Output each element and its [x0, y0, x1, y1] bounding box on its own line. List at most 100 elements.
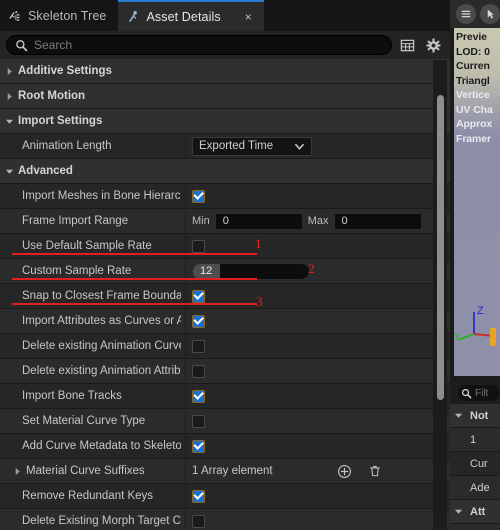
checkbox[interactable] [192, 289, 205, 303]
property-name-cell: Set Material Curve Type [0, 415, 185, 427]
checkbox[interactable] [192, 239, 205, 253]
scrollbar-thumb[interactable] [437, 95, 444, 400]
property-row[interactable]: Frame Import Range Min 0 Max 0 [0, 208, 450, 234]
property-name-cell: Custom Sample Rate [0, 265, 185, 277]
search-input[interactable]: Search [6, 35, 392, 55]
tab-asset-details[interactable]: Asset Details × [118, 0, 264, 31]
property-label: Frame Import Range [22, 215, 129, 227]
dropdown-value: Exported Time [199, 140, 274, 152]
viewport-property-label: Cur [470, 457, 488, 470]
property-row[interactable]: Use Default Sample Rate [0, 233, 450, 259]
asset-details-icon [129, 10, 138, 22]
category-twisty[interactable] [0, 109, 18, 134]
property-rows: Additive Settings Root Motion Import Setti… [0, 59, 450, 530]
category-row[interactable]: Import Settings [0, 109, 450, 134]
checkbox[interactable] [192, 439, 205, 453]
property-row[interactable]: Import Attributes as Curves or Ani... [0, 308, 450, 334]
close-icon[interactable]: × [245, 11, 252, 23]
tab-skeleton-tree[interactable]: Skeleton Tree [0, 0, 119, 31]
svg-text:Z: Z [477, 305, 484, 317]
checkbox[interactable] [192, 389, 205, 403]
viewport-stat-line: Triangl [456, 74, 490, 87]
viewport-second-button[interactable] [480, 4, 500, 24]
property-row[interactable]: Animation Length Exported Time [0, 133, 450, 159]
asset-details-window: Skeleton Tree Asset Details × Search Add… [0, 0, 500, 530]
trash-icon [369, 466, 380, 477]
property-row[interactable]: Delete Existing Morph Target Curv... [0, 508, 450, 530]
viewport-property-row[interactable]: Re [450, 524, 500, 530]
gear-icon [426, 38, 440, 52]
property-row[interactable]: Remove Redundant Keys [0, 483, 450, 509]
add-element-button[interactable] [337, 463, 353, 479]
category-row[interactable]: Additive Settings [0, 59, 450, 84]
property-label: Import Meshes in Bone Hierarchy [22, 190, 181, 202]
viewport-toolbar [450, 0, 500, 28]
filter-input[interactable]: Filt [458, 385, 500, 401]
property-row[interactable]: Delete existing Animation Curves [0, 333, 450, 359]
property-row[interactable]: Import Bone Tracks [0, 383, 450, 409]
property-label: Import Bone Tracks [22, 390, 122, 402]
viewport-property-label: 1 [470, 433, 477, 446]
property-name-cell: Snap to Closest Frame Boundary [0, 290, 185, 302]
category-twisty[interactable] [0, 59, 18, 84]
checkbox[interactable] [192, 414, 205, 428]
property-label: Delete existing Animation Attributes [22, 365, 181, 377]
category-twisty[interactable] [0, 159, 18, 184]
checkbox[interactable] [192, 339, 205, 353]
viewport-property-row[interactable]: Att [450, 500, 500, 524]
property-name-cell: Import Meshes in Bone Hierarchy [0, 190, 185, 202]
viewport-property-row[interactable]: Cur [450, 452, 500, 476]
search-placeholder: Search [34, 38, 73, 52]
property-row[interactable]: Material Curve Suffixes 1 Array element [0, 458, 450, 484]
range-fields: Min 0 Max 0 [192, 212, 422, 230]
chevron-down-icon [5, 119, 13, 124]
property-label: Delete existing Animation Curves [22, 340, 181, 352]
property-row[interactable]: Add Curve Metadata to Skeleton [0, 433, 450, 459]
property-label: Import Attributes as Curves or Ani... [22, 315, 181, 327]
checkbox[interactable] [192, 314, 205, 328]
chevron-down-icon [454, 509, 462, 514]
property-name-cell: Material Curve Suffixes [0, 459, 185, 484]
dropdown[interactable]: Exported Time [192, 136, 312, 156]
checkbox[interactable] [192, 489, 205, 503]
checkbox[interactable] [192, 364, 205, 378]
chevron-right-icon [15, 467, 20, 475]
checkbox[interactable] [192, 514, 205, 528]
category-label: Root Motion [18, 90, 86, 102]
row-twisty[interactable] [450, 507, 466, 516]
checkbox[interactable] [192, 189, 205, 203]
chevron-right-icon [7, 92, 12, 100]
category-twisty[interactable] [0, 84, 18, 109]
tab-bar: Skeleton Tree Asset Details × [0, 0, 450, 31]
viewport-property-label: Ade [470, 481, 490, 494]
property-label: Delete Existing Morph Target Curv... [22, 515, 181, 527]
annotation-number-2: 2 [308, 261, 315, 276]
settings-button[interactable] [422, 34, 444, 56]
property-label: Custom Sample Rate [22, 265, 132, 277]
property-row[interactable]: Import Meshes in Bone Hierarchy [0, 183, 450, 209]
max-input[interactable]: 0 [333, 212, 422, 230]
viewport-stat-line: LOD: 0 [456, 45, 490, 58]
viewport-menu-button[interactable] [456, 4, 476, 24]
property-label: Snap to Closest Frame Boundary [22, 290, 181, 302]
property-name-cell: Add Curve Metadata to Skeleton [0, 440, 185, 452]
numeric-input[interactable]: 12 [192, 262, 310, 280]
category-row[interactable]: Advanced [0, 159, 450, 184]
delete-array-button[interactable] [367, 463, 383, 479]
property-row[interactable]: Snap to Closest Frame Boundary [0, 283, 450, 309]
property-row[interactable]: Set Material Curve Type [0, 408, 450, 434]
property-row[interactable]: Custom Sample Rate 12 [0, 258, 450, 284]
category-row[interactable]: Root Motion [0, 84, 450, 109]
array-twisty[interactable] [8, 459, 26, 484]
table-view-button[interactable] [396, 34, 418, 56]
viewport-property-row[interactable]: Not [450, 404, 500, 428]
table-icon [400, 39, 414, 51]
property-row[interactable]: Delete existing Animation Attributes [0, 358, 450, 384]
property-label: Use Default Sample Rate [22, 240, 152, 252]
min-input[interactable]: 0 [214, 212, 303, 230]
property-name-cell: Delete existing Animation Curves [0, 340, 185, 352]
row-twisty[interactable] [450, 411, 466, 420]
viewport-property-row[interactable]: Ade [450, 476, 500, 500]
viewport-property-row[interactable]: 1 [450, 428, 500, 452]
search-icon [16, 39, 28, 51]
